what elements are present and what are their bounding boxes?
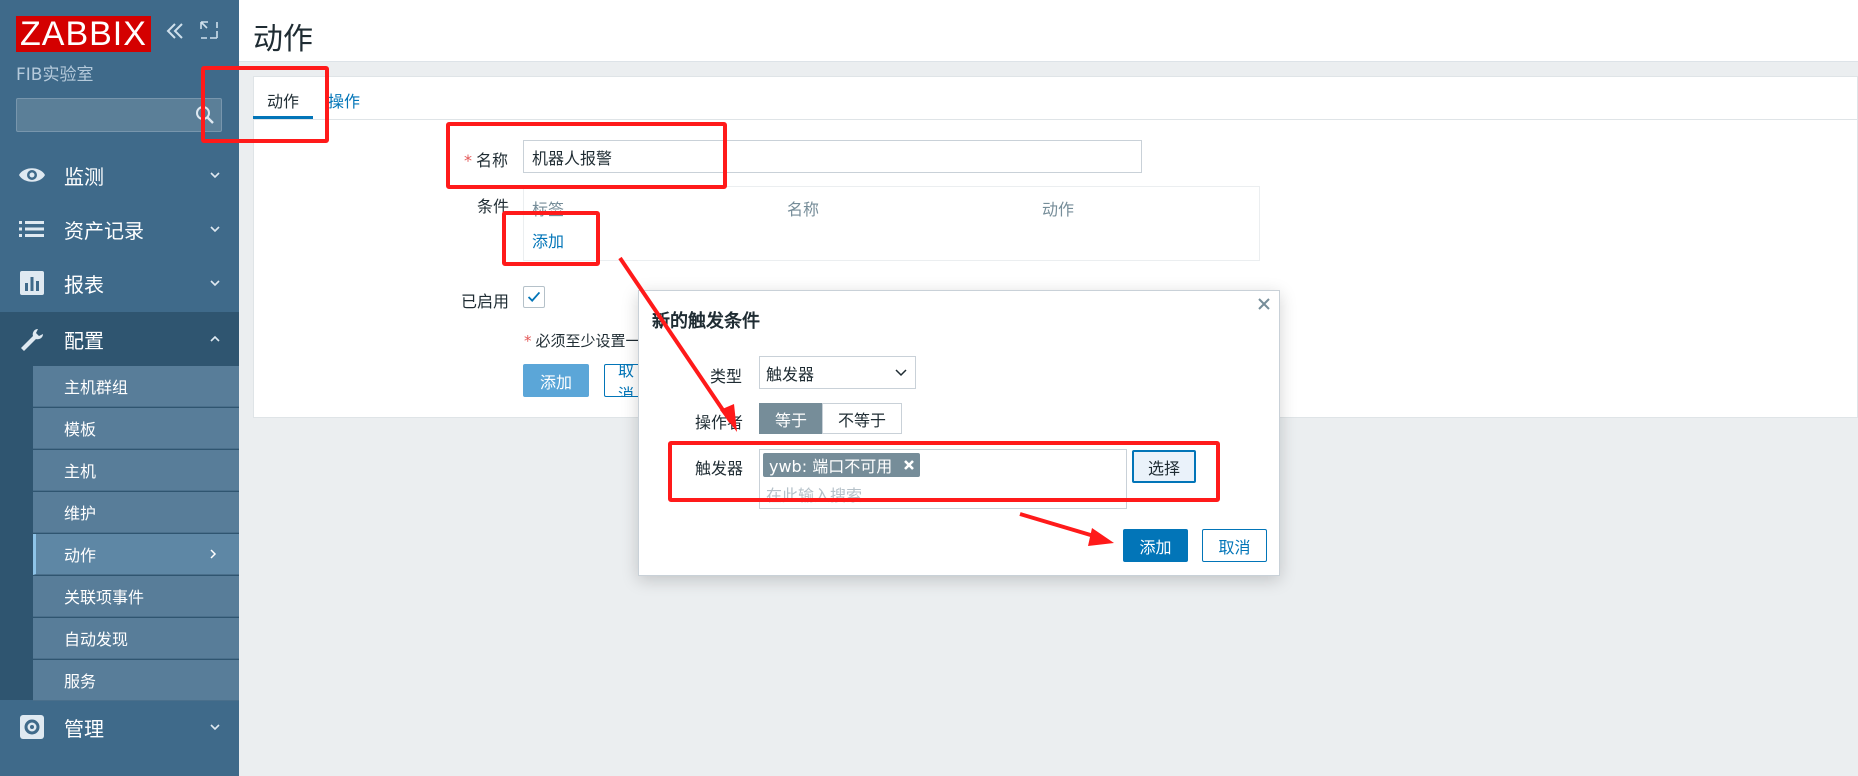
- submenu-actions-label: 动作: [64, 546, 97, 565]
- organization-name: FIB实验室: [16, 65, 94, 85]
- operator-not-equal-button[interactable]: 不等于: [822, 403, 902, 434]
- trigger-chip: ywb: 端口不可用: [763, 453, 921, 477]
- search-icon[interactable]: [193, 103, 217, 127]
- nav-configuration[interactable]: 配置: [0, 312, 239, 366]
- form-add-button[interactable]: 添加: [523, 364, 589, 397]
- conditions-table: [523, 186, 1260, 261]
- zabbix-logo[interactable]: ZABBIX: [16, 16, 151, 52]
- collapse-sidebar-icon[interactable]: [164, 20, 186, 42]
- gear-icon: [20, 715, 44, 739]
- list-icon: [19, 221, 44, 237]
- select-trigger-button[interactable]: 选择: [1132, 450, 1196, 483]
- type-label: 类型: [710, 367, 743, 386]
- kiosk-mode-icon[interactable]: [199, 20, 219, 40]
- chevron-down-icon: [210, 280, 220, 287]
- wrench-icon: [21, 329, 43, 351]
- chevron-down-icon: [210, 226, 220, 233]
- sidebar: ZABBIX FIB实验室 监测 资产记录 报表 配置 主机群组 模板 主机 维…: [0, 0, 239, 776]
- type-select-value: 触发器: [766, 364, 815, 384]
- nav-inventory-label: 资产记录: [64, 218, 144, 243]
- nav-reports[interactable]: 报表: [0, 256, 239, 310]
- dialog-title: 新的触发条件: [652, 311, 760, 332]
- page-title: 动作: [253, 22, 313, 57]
- submenu-discovery[interactable]: 自动发现: [33, 618, 239, 659]
- nav-administration-label: 管理: [64, 716, 104, 741]
- sidebar-search: [16, 98, 222, 132]
- eye-icon: [19, 168, 45, 182]
- nav-inventory[interactable]: 资产记录: [0, 202, 239, 256]
- dialog-add-button[interactable]: 添加: [1123, 529, 1188, 562]
- nav-monitoring-label: 监测: [64, 164, 104, 189]
- configuration-submenu: 主机群组 模板 主机 维护 动作 关联项事件 自动发现 服务: [0, 366, 239, 701]
- chevron-down-icon: [895, 369, 907, 377]
- submenu-host-groups[interactable]: 主机群组: [33, 366, 239, 407]
- logo-row: ZABBIX: [16, 16, 151, 52]
- bar-chart-icon: [20, 271, 44, 295]
- submenu-hosts[interactable]: 主机: [33, 450, 239, 491]
- add-condition-link[interactable]: 添加: [532, 228, 564, 252]
- nav-administration[interactable]: 管理: [0, 700, 239, 754]
- chevron-up-icon: [210, 335, 220, 342]
- trigger-search-placeholder[interactable]: 在此输入搜索: [766, 482, 862, 506]
- operator-equal-button[interactable]: 等于: [759, 403, 823, 434]
- enabled-checkbox[interactable]: [523, 286, 545, 308]
- chevron-right-icon: [210, 549, 217, 559]
- tab-divider: [253, 119, 1858, 120]
- nav-configuration-label: 配置: [64, 328, 104, 353]
- submenu-maintenance[interactable]: 维护: [33, 492, 239, 533]
- form-cancel-button[interactable]: 取消: [604, 364, 640, 397]
- submenu-correlation[interactable]: 关联项事件: [33, 576, 239, 617]
- name-input[interactable]: [523, 140, 1142, 173]
- submenu-actions[interactable]: 动作: [33, 534, 239, 575]
- chevron-down-icon: [210, 724, 220, 731]
- enabled-label: 已启用: [461, 292, 510, 311]
- operator-label: 操作者: [695, 413, 744, 432]
- tab-action[interactable]: 动作: [267, 88, 299, 112]
- sidebar-search-input[interactable]: [17, 99, 187, 131]
- chevron-down-icon: [210, 172, 220, 179]
- check-icon: [527, 291, 541, 302]
- trigger-chip-label: ywb: 端口不可用: [769, 457, 893, 476]
- conditions-col-action: 动作: [1042, 200, 1075, 219]
- close-icon[interactable]: [1256, 296, 1272, 312]
- nav-reports-label: 报表: [64, 272, 104, 297]
- submenu-templates[interactable]: 模板: [33, 408, 239, 449]
- tab-operations[interactable]: 操作: [328, 88, 360, 112]
- submenu-services[interactable]: 服务: [33, 660, 239, 701]
- conditions-label: 条件: [477, 197, 510, 216]
- trigger-label: 触发器: [695, 459, 744, 478]
- dialog-cancel-button[interactable]: 取消: [1202, 529, 1267, 562]
- nav-monitoring[interactable]: 监测: [0, 148, 239, 202]
- page-header: 动作: [239, 0, 1858, 62]
- conditions-col-label: 标签: [532, 200, 565, 219]
- conditions-col-name: 名称: [787, 200, 820, 219]
- type-select[interactable]: 触发器: [759, 356, 916, 389]
- required-note: * 必须至少设置一: [524, 332, 641, 350]
- remove-icon[interactable]: [902, 458, 916, 472]
- name-label: * 名称: [464, 151, 509, 170]
